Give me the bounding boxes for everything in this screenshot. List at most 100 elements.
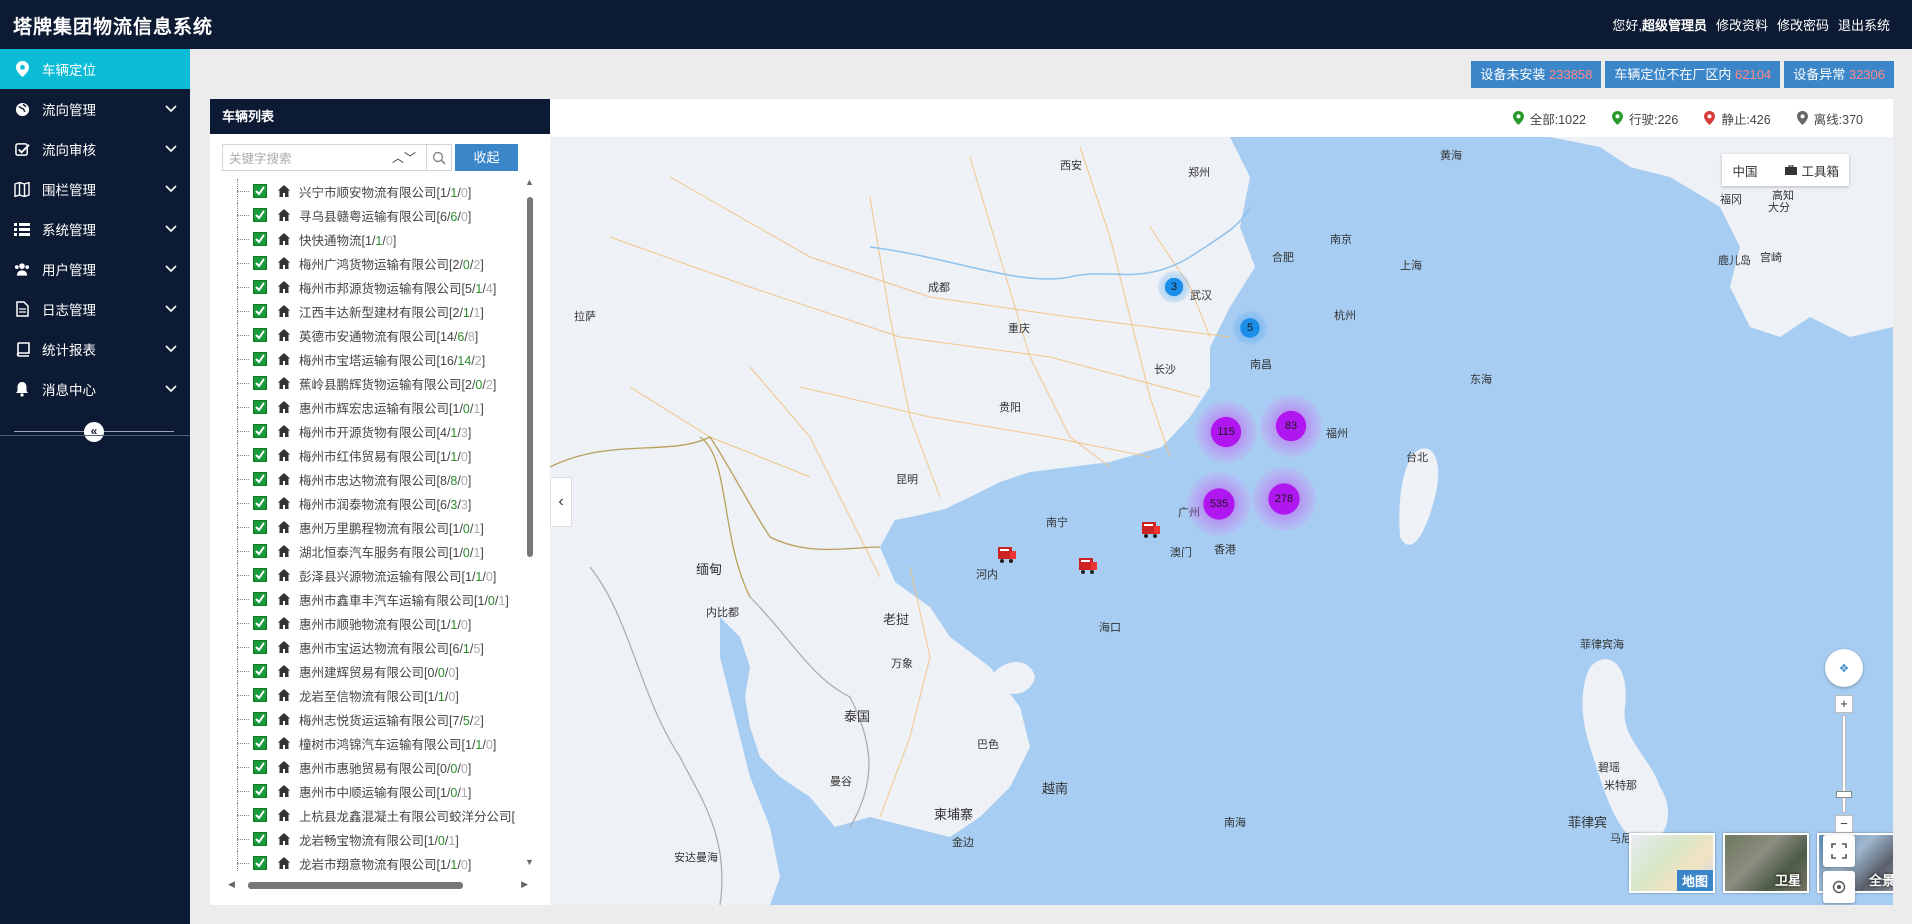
checkbox-checked-icon[interactable] <box>253 328 267 342</box>
checkbox-checked-icon[interactable] <box>253 208 267 222</box>
tree-row-company[interactable]: 上杭县龙鑫混凝土有限公司蛟洋分公司[ <box>220 803 530 827</box>
truck-marker-icon[interactable] <box>1141 520 1161 540</box>
tree-row-company[interactable]: 梅州市宝塔运输有限公司[16/14/2] <box>220 347 530 371</box>
checkbox-checked-icon[interactable] <box>253 256 267 270</box>
checkbox-checked-icon[interactable] <box>253 280 267 294</box>
checkbox-checked-icon[interactable] <box>253 184 267 198</box>
tree-row-company[interactable]: 惠州市鑫車丰汽车运输有限公司[1/0/1] <box>220 587 530 611</box>
tree-row-company[interactable]: 橦树市鸿锦汽车运输有限公司[1/1/0] <box>220 731 530 755</box>
pan-control[interactable]: ✥ <box>1825 649 1863 687</box>
tree-row-company[interactable]: 惠州万里鹏程物流有限公司[1/0/1] <box>220 515 530 539</box>
sidebar-item-vehicle-location[interactable]: 车辆定位 <box>0 49 190 89</box>
checkbox-checked-icon[interactable] <box>253 688 267 702</box>
search-button[interactable] <box>427 144 452 171</box>
checkbox-checked-icon[interactable] <box>253 856 267 870</box>
tree-row-company[interactable]: 梅州市开源货物有限公司[4/1/3] <box>220 419 530 443</box>
checkbox-checked-icon[interactable] <box>253 568 267 582</box>
checkbox-checked-icon[interactable] <box>253 832 267 846</box>
sidebar-item-flow-review[interactable]: 流向审核 <box>0 129 190 169</box>
checkbox-checked-icon[interactable] <box>253 784 267 798</box>
tree-row-company[interactable]: 梅州市忠达物流有限公司[8/8/0] <box>220 467 530 491</box>
checkbox-checked-icon[interactable] <box>253 616 267 630</box>
checkbox-checked-icon[interactable] <box>253 640 267 654</box>
sidebar-item-user-management[interactable]: 用户管理 <box>0 249 190 289</box>
tree-row-company[interactable]: 惠州市中顺运输有限公司[1/0/1] <box>220 779 530 803</box>
out-of-plant-button[interactable]: 车辆定位不在厂区内 62104 <box>1605 61 1781 88</box>
tree-row-company[interactable]: 梅州市红伟贸易有限公司[1/1/0] <box>220 443 530 467</box>
legend-all[interactable]: 全部:1022 <box>1512 109 1586 128</box>
tree-row-company[interactable]: 惠州市惠驰贸易有限公司[0/0/0] <box>220 755 530 779</box>
collapse-panel-toggle[interactable]: ‹ <box>550 477 572 527</box>
checkbox-checked-icon[interactable] <box>253 448 267 462</box>
cluster-marker[interactable]: 5 <box>1233 311 1267 345</box>
checkbox-checked-icon[interactable] <box>253 352 267 366</box>
tree-row-company[interactable]: 梅州广鸿货物运输有限公司[2/0/2] <box>220 251 530 275</box>
search-input[interactable]: 关键字搜索 ︿﹀ <box>222 144 427 171</box>
map-view[interactable]: 全部:1022 行驶:226 静止:426 离线:370 ‹ 中国 工具箱 西安… <box>550 99 1893 905</box>
tree-row-company[interactable]: 梅州市润泰物流有限公司[6/3/3] <box>220 491 530 515</box>
legend-driving[interactable]: 行驶:226 <box>1611 109 1678 128</box>
zoom-in-button[interactable]: + <box>1835 695 1853 713</box>
legend-stopped[interactable]: 静止:426 <box>1704 109 1771 128</box>
not-installed-button[interactable]: 设备未安装 233858 <box>1471 61 1602 88</box>
logout-link[interactable]: 退出系统 <box>1838 15 1890 34</box>
checkbox-checked-icon[interactable] <box>253 760 267 774</box>
sidebar-item-statistics[interactable]: 统计报表 <box>0 329 190 369</box>
scroll-right-icon[interactable]: ▶ <box>521 879 528 890</box>
tree-row-company[interactable]: 兴宁市顺安物流有限公司[1/1/0] <box>220 179 530 203</box>
map-type-satellite[interactable]: 卫星 <box>1723 833 1809 893</box>
sidebar-collapse-button[interactable]: « <box>84 422 104 442</box>
tree-row-company[interactable]: 龙岩至信物流有限公司[1/1/0] <box>220 683 530 707</box>
cluster-marker[interactable]: 3 <box>1158 271 1190 303</box>
checkbox-checked-icon[interactable] <box>253 664 267 678</box>
checkbox-checked-icon[interactable] <box>253 520 267 534</box>
locate-button[interactable] <box>1823 871 1855 903</box>
cluster-marker[interactable]: 278 <box>1252 467 1316 531</box>
tree-row-company[interactable]: 梅州市邦源货物运输有限公司[5/1/4] <box>220 275 530 299</box>
scroll-thumb[interactable] <box>527 197 533 557</box>
collapse-button[interactable]: 收起 <box>455 144 518 171</box>
truck-marker-icon[interactable] <box>1078 556 1098 576</box>
region-selector[interactable]: 中国 <box>1732 161 1757 180</box>
sidebar-item-log-management[interactable]: 日志管理 <box>0 289 190 329</box>
sidebar-item-flow-management[interactable]: 流向管理 <box>0 89 190 129</box>
edit-profile-link[interactable]: 修改资料 <box>1716 15 1768 34</box>
cluster-marker[interactable]: 535 <box>1187 472 1251 536</box>
tree-row-company[interactable]: 惠州市辉宏忠运输有限公司[1/0/1] <box>220 395 530 419</box>
checkbox-checked-icon[interactable] <box>253 712 267 726</box>
checkbox-checked-icon[interactable] <box>253 592 267 606</box>
device-abnormal-button[interactable]: 设备异常 32306 <box>1784 61 1894 88</box>
zoom-handle[interactable] <box>1836 791 1852 798</box>
tree-row-company[interactable]: 快快通物流[1/1/0] <box>220 227 530 251</box>
tree-row-company[interactable]: 龙岩畅宝物流有限公司[1/0/1] <box>220 827 530 851</box>
tree-row-company[interactable]: 彭泽县兴源物流运输有限公司[1/1/0] <box>220 563 530 587</box>
tree-row-company[interactable]: 湖北恒泰汽车服务有限公司[1/0/1] <box>220 539 530 563</box>
checkbox-checked-icon[interactable] <box>253 544 267 558</box>
sidebar-item-message-center[interactable]: 消息中心 <box>0 369 190 409</box>
scroll-down-icon[interactable]: ▼ <box>525 857 534 867</box>
change-password-link[interactable]: 修改密码 <box>1777 15 1829 34</box>
tree-row-company[interactable]: 惠州市宝运达物流有限公司[6/1/5] <box>220 635 530 659</box>
tree-row-company[interactable]: 惠州建辉贸易有限公司[0/0/0] <box>220 659 530 683</box>
scroll-left-icon[interactable]: ◀ <box>228 879 235 890</box>
tree-row-company[interactable]: 梅州志悦货运运输有限公司[7/5/2] <box>220 707 530 731</box>
checkbox-checked-icon[interactable] <box>253 400 267 414</box>
checkbox-checked-icon[interactable] <box>253 808 267 822</box>
fullscreen-button[interactable] <box>1823 835 1855 867</box>
map-type-road[interactable]: 地图 <box>1629 833 1715 893</box>
checkbox-checked-icon[interactable] <box>253 304 267 318</box>
tree-row-company[interactable]: 惠州市顺驰物流有限公司[1/1/0] <box>220 611 530 635</box>
checkbox-checked-icon[interactable] <box>253 424 267 438</box>
horizontal-scrollbar[interactable]: ◀ ▶ <box>228 879 528 891</box>
truck-marker-icon[interactable] <box>997 545 1017 565</box>
checkbox-checked-icon[interactable] <box>253 376 267 390</box>
cluster-marker[interactable]: 83 <box>1260 395 1322 457</box>
tree-row-company[interactable]: 龙岩市翔意物流有限公司[1/1/0] <box>220 851 530 872</box>
zoom-track[interactable] <box>1842 715 1846 813</box>
sidebar-item-fence-management[interactable]: 围栏管理 <box>0 169 190 209</box>
scroll-up-icon[interactable]: ▲ <box>525 177 534 187</box>
tree-row-company[interactable]: 英德市安通物流有限公司[14/6/8] <box>220 323 530 347</box>
zoom-slider[interactable]: + − <box>1835 695 1853 833</box>
hscroll-thumb[interactable] <box>248 882 463 889</box>
legend-offline[interactable]: 离线:370 <box>1796 109 1863 128</box>
